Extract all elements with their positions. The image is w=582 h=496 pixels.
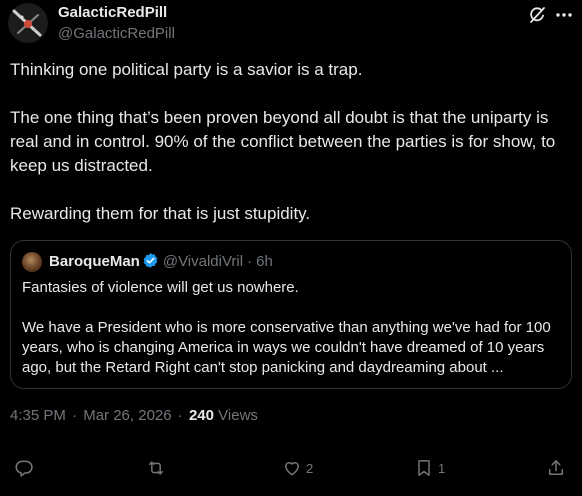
more-icon[interactable]: [554, 6, 574, 24]
quoted-timestamp: 6h: [256, 253, 273, 270]
heart-icon: [285, 462, 299, 476]
quoted-post[interactable]: BaroqueMan @VivaldiVril · 6h Fantasies of v…: [10, 240, 572, 389]
bookmark-count: 1: [438, 460, 446, 476]
views-count[interactable]: 240: [189, 407, 214, 424]
repost-button[interactable]: [146, 456, 170, 480]
reply-button[interactable]: [14, 456, 38, 480]
quoted-post-header: BaroqueMan @VivaldiVril · 6h: [49, 252, 273, 272]
author-avatar[interactable]: [8, 3, 48, 43]
quoted-author-name: BaroqueMan: [49, 253, 140, 270]
avatar-image: [8, 3, 48, 43]
tweet: GalacticRedPill @GalacticRedPill Thinkin…: [0, 0, 582, 496]
author-display-name[interactable]: GalacticRedPill: [58, 4, 175, 22]
quoted-author-handle: @VivaldiVril: [162, 253, 244, 270]
quoted-separator: ·: [247, 253, 253, 270]
share-button[interactable]: [546, 456, 566, 480]
post-meta: 4:35 PM · Mar 26, 2026 · 240 Views: [10, 406, 258, 426]
quoted-post-text: Fantasies of violence will get us nowher…: [22, 278, 562, 378]
quoted-paragraph: We have a President who is more conserva…: [22, 319, 551, 376]
repost-icon: [149, 461, 163, 475]
post-date[interactable]: Mar 26, 2026: [83, 407, 171, 424]
bookmark-button[interactable]: 1: [414, 456, 445, 480]
post-paragraph: The one thing that’s been proven beyond …: [10, 108, 556, 175]
post-paragraph: Rewarding them for that is just stupidit…: [10, 204, 311, 223]
action-bar: 2 1: [0, 456, 582, 480]
share-icon: [549, 460, 563, 475]
verified-badge-icon: [142, 252, 159, 269]
reply-icon: [15, 460, 33, 477]
like-count: 2: [306, 460, 314, 476]
views-label: Views: [218, 407, 258, 424]
post-time[interactable]: 4:35 PM: [10, 407, 66, 424]
author-header: GalacticRedPill @GalacticRedPill: [58, 4, 175, 44]
post-text: Thinking one political party is a savior…: [10, 58, 572, 226]
quoted-paragraph: Fantasies of violence will get us nowher…: [22, 279, 299, 296]
quoted-author-avatar: [22, 252, 42, 272]
like-button[interactable]: 2: [282, 456, 313, 480]
bookmark-icon: [418, 460, 430, 476]
meta-separator: ·: [72, 407, 78, 424]
author-handle[interactable]: @GalacticRedPill: [58, 24, 175, 44]
grok-icon[interactable]: [528, 6, 546, 24]
post-paragraph: Thinking one political party is a savior…: [10, 60, 363, 79]
meta-separator: ·: [177, 407, 183, 424]
